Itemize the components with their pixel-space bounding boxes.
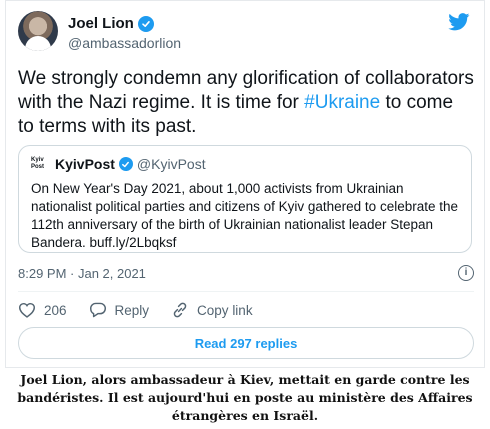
quoted-tweet-text: On New Year's Day 2021, about 1,000 acti… [31, 181, 458, 250]
like-button[interactable]: 206 [18, 302, 67, 318]
author-handle[interactable]: @ambassadorlion [68, 35, 181, 51]
tweet-meta-row: 8:29 PM · Jan 2, 2021 i [18, 263, 474, 283]
author-name-row: Joel Lion [68, 15, 154, 32]
tweet-card: Joel Lion @ambassadorlion We strongly co… [5, 0, 485, 368]
action-bar: 206 Reply Copy link [18, 299, 275, 321]
info-icon[interactable]: i [458, 265, 474, 281]
quoted-verified-badge-icon [118, 157, 133, 171]
link-icon [173, 302, 187, 318]
quoted-handle[interactable]: @KyivPost [137, 156, 206, 172]
heart-icon [18, 302, 36, 318]
reply-icon [89, 302, 106, 318]
quoted-tweet-header: Kyiv Post KyivPost @KyivPost [31, 156, 459, 172]
author-display-name[interactable]: Joel Lion [68, 15, 134, 32]
avatar[interactable] [18, 11, 58, 51]
copy-link-button[interactable]: Copy link [171, 302, 253, 318]
kyivpost-logo: Kyiv Post [31, 157, 45, 170]
hashtag-link[interactable]: #Ukraine [304, 92, 380, 113]
quoted-tweet[interactable]: Kyiv Post KyivPost @KyivPost On New Year… [18, 145, 472, 253]
reply-button[interactable]: Reply [89, 302, 150, 318]
timestamp[interactable]: 8:29 PM · Jan 2, 2021 [18, 266, 146, 281]
reply-label: Reply [114, 302, 150, 318]
quoted-display-name[interactable]: KyivPost [55, 156, 115, 172]
verified-badge-icon [137, 15, 154, 32]
read-replies-button[interactable]: Read 297 replies [18, 327, 474, 359]
twitter-bird-icon[interactable] [448, 13, 470, 31]
tweet-text: We strongly condemn any glorification of… [18, 67, 474, 139]
image-caption: Joel Lion, alors ambassadeur à Kiev, met… [17, 372, 473, 423]
copy-link-label: Copy link [197, 302, 253, 318]
like-count: 206 [44, 302, 67, 318]
divider [18, 291, 474, 292]
